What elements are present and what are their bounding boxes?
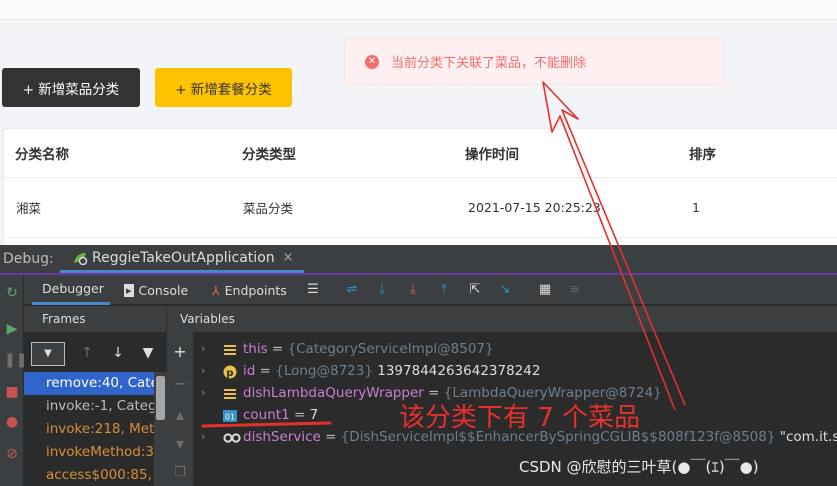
move-down-icon[interactable]: ▾ [172,436,188,452]
table-header: 分类名称 分类类型 操作时间 排序 [4,128,837,178]
frames-header: Frames [24,306,167,332]
column-header-type: 分类类型 [242,147,296,163]
cell-time: 2021-07-15 20:25:23 [468,200,601,215]
error-toast-message: 当前分类下关联了菜品，不能删除 [391,56,587,71]
add-dish-category-button[interactable]: + 新增菜品分类 [2,68,140,107]
frame-item[interactable]: invokeMethod:38 [24,441,154,464]
expand-arrow-icon[interactable]: › [201,426,205,448]
up-arrow-icon[interactable]: ↑ [79,345,95,361]
stop-icon[interactable]: ■ [4,384,20,400]
tab-endpoints-label: Endpoints [224,282,287,298]
error-toast: ✕ 当前分类下关联了菜品，不能删除 [344,38,724,85]
column-header-name: 分类名称 [15,147,69,163]
watermark: CSDN @欣慰的三叶草(●￣(ｴ)￣●) [519,458,759,476]
parameter-icon: p [223,364,237,379]
admin-page: + 新增菜品分类 + 新增套餐分类 ✕ 当前分类下关联了菜品，不能删除 分类名称… [0,0,837,245]
filter-icon[interactable]: ▼ [140,345,156,361]
watch-icon [223,430,241,444]
frames-controls: ▼ ↑ ↓ ▼ [24,332,167,370]
cell-sort: 1 [692,200,700,215]
run-to-cursor-icon[interactable]: ↘ [497,282,513,298]
expand-arrow-icon[interactable]: › [201,360,205,382]
frame-item[interactable]: access$000:85, Cc [24,464,154,486]
menu-icon[interactable]: ☰ [305,282,321,298]
column-header-time: 操作时间 [465,147,519,163]
variable-extra: 1397844263642378242 [372,363,541,379]
move-up-icon[interactable]: ▴ [172,407,188,423]
debug-tool-window: Debug: ReggieTakeOutApplication × ↻ ▶ ❚❚… [0,245,837,486]
expand-arrow-icon[interactable]: › [201,338,205,360]
annotation-text: 该分类下有 7 个菜品 [399,403,641,433]
down-arrow-icon[interactable]: ↓ [110,345,126,361]
column-header-sort: 排序 [689,147,716,163]
variable-eq: = [320,429,341,445]
variable-name: id [243,363,256,379]
debug-actions-bar: ↻ ▶ ❚❚ ■ ● ⊘ [0,275,27,486]
frame-item[interactable]: remove:40, Cate [24,372,154,395]
step-out-icon[interactable]: ⤒ [436,282,452,298]
cell-name: 湘菜 [16,201,42,216]
debug-title-bar: Debug: ReggieTakeOutApplication × [0,245,837,275]
run-config-label: ReggieTakeOutApplication [92,249,275,266]
close-icon[interactable]: × [283,250,294,265]
pause-icon[interactable]: ❚❚ [4,352,27,368]
variable-eq: = [255,363,276,379]
svg-text:p: p [226,368,233,379]
variables-actions: + − ▴ ▾ ❐ [167,332,193,486]
field-icon [223,342,237,356]
spring-app-icon [72,251,88,265]
view-breakpoints-icon[interactable]: ● [4,414,20,430]
tab-console-label: Console [138,282,189,298]
run-config-tab[interactable]: ReggieTakeOutApplication × [60,245,304,273]
thread-select[interactable]: ▼ [31,342,65,366]
variable-name: dishService [243,429,321,445]
show-execution-point-icon[interactable]: ⇌ [344,282,360,298]
variable-name: this [243,341,268,357]
resume-icon[interactable]: ▶ [4,321,20,337]
svg-text:01: 01 [225,413,235,422]
debugger-toolbar: Debugger ▸ Console ⅄ Endpoints ☰ ⇌ ⤓ ⤓ ⤒… [24,275,837,305]
variable-extra: "com.it.ser [779,429,837,445]
field-icon [223,386,237,400]
new-watch-icon[interactable]: + [172,344,188,360]
tab-endpoints[interactable]: ⅄ Endpoints [212,275,287,305]
variable-row[interactable]: › p id = {Long@8723} 1397844263642378242 [193,360,837,382]
variables-header: Variables [167,306,837,332]
step-over-icon[interactable]: ⤓ [374,282,390,298]
console-icon: ▸ [124,283,134,297]
drop-frame-icon[interactable]: ⇱ [467,282,483,298]
variable-eq: = [289,407,310,423]
add-combo-category-button[interactable]: + 新增套餐分类 [155,68,292,107]
category-table: 分类名称 分类类型 操作时间 排序 湘菜 菜品分类 2021-07-15 20:… [3,128,837,245]
variable-name: dishLambdaQueryWrapper [243,385,424,401]
tab-console[interactable]: ▸ Console [124,275,188,305]
variable-value: {Long@8723} [275,363,373,379]
top-bar [0,0,837,20]
frame-item[interactable]: invoke:218, Met [24,418,154,441]
variable-value: {CategoryServiceImpl@8507} [287,341,494,357]
frame-item[interactable]: invoke:-1, Categ [24,395,154,418]
evaluate-icon[interactable]: ▦ [537,282,553,298]
mute-breakpoints-icon[interactable]: ⊘ [4,446,20,462]
remove-watch-icon[interactable]: − [172,376,188,392]
frames-panel: ▼ ↑ ↓ ▼ remove:40, Cate invoke:-1, Categ… [24,332,167,486]
primitive-icon: 01 [223,408,237,422]
step-into-icon[interactable]: ⤓ [405,282,421,298]
variable-eq: = [267,341,288,357]
table-row[interactable]: 湘菜 菜品分类 2021-07-15 20:25:23 1 [4,178,837,238]
tab-debugger[interactable]: Debugger [32,275,110,305]
trace-icon[interactable]: ≡ [567,282,583,298]
endpoints-icon: ⅄ [212,282,220,298]
variable-extra: 7 [309,407,319,423]
copy-icon[interactable]: ❐ [172,465,188,481]
debug-label: Debug: [3,251,54,267]
variable-row[interactable]: › this = {CategoryServiceImpl@8507} [193,338,837,360]
variable-name: count1 [243,407,290,423]
error-icon: ✕ [365,54,379,69]
frames-scrollbar[interactable] [154,372,167,486]
scroll-thumb[interactable] [156,376,165,420]
expand-arrow-icon[interactable]: › [201,382,205,404]
rerun-icon[interactable]: ↻ [4,285,20,301]
cell-type: 菜品分类 [243,201,294,216]
